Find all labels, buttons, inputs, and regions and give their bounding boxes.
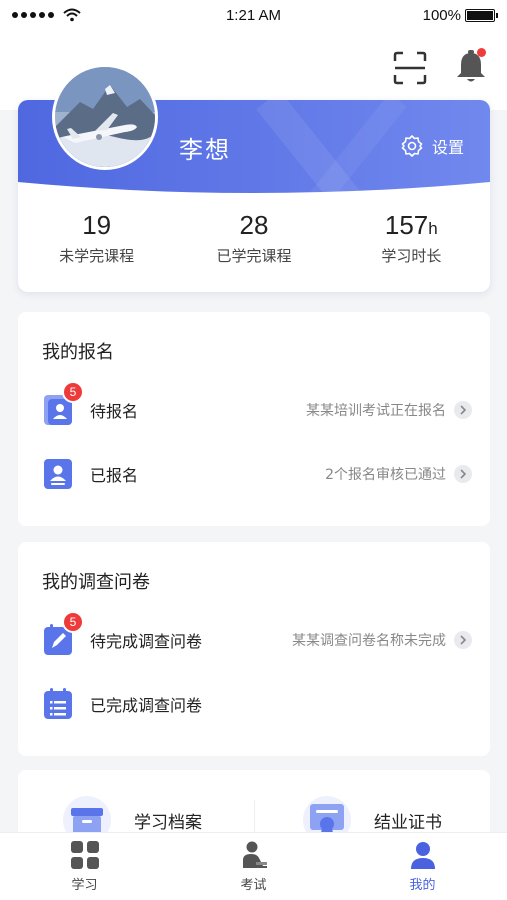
- stat-value: 19: [82, 210, 112, 240]
- scan-icon[interactable]: [392, 50, 428, 86]
- notification-badge: 5: [62, 381, 84, 403]
- profile-stats: 19 未学完课程 28 已学完课程 157h 学习时长: [18, 210, 490, 266]
- profile-name: 李想: [179, 136, 231, 164]
- tab-label: 学习: [71, 878, 98, 893]
- pending-survey-row[interactable]: 5 待完成调查问卷 某某调查问卷名称未完成: [42, 611, 472, 660]
- user-icon: [410, 842, 435, 869]
- gear-icon: [401, 135, 423, 157]
- wifi-icon: [63, 8, 81, 22]
- section-title: 我的调查问卷: [42, 572, 150, 593]
- tab-bar: 学习 考试 我的: [0, 832, 507, 900]
- row-label: 已完成调查问卷: [90, 696, 203, 715]
- chevron-right-icon: [454, 401, 472, 419]
- avatar[interactable]: [52, 64, 158, 170]
- chevron-right-icon: [454, 465, 472, 483]
- stat-unit: h: [428, 219, 438, 238]
- stat-label: 已学完课程: [216, 247, 292, 265]
- row-label: 已报名: [90, 466, 139, 485]
- registration-section: 我的报名 5 待报名 某某培训考试正在报名 已报名 2个报名审核已通过: [18, 312, 490, 526]
- pending-registration-icon: 5: [42, 381, 84, 427]
- stat-value: 28: [239, 210, 269, 240]
- battery-icon: [465, 8, 498, 22]
- tab-label: 考试: [240, 878, 267, 893]
- tile-label: 结业证书: [374, 812, 442, 833]
- settings-button[interactable]: 设置: [400, 134, 464, 158]
- completed-survey-icon: [42, 687, 74, 721]
- tile-label: 学习档案: [134, 812, 202, 833]
- tab-study[interactable]: 学习: [0, 833, 169, 900]
- tab-label: 我的: [409, 878, 436, 893]
- registered-icon: [42, 457, 74, 491]
- stat-label: 学习时长: [381, 247, 442, 265]
- pending-survey-icon: 5: [42, 611, 84, 657]
- notification-badge: 5: [62, 611, 84, 633]
- stat-finished-courses[interactable]: 28 已学完课程: [175, 210, 332, 266]
- row-label: 待完成调查问卷: [90, 632, 203, 651]
- status-bar: 1:21 AM 100%: [0, 0, 507, 30]
- stat-unfinished-courses[interactable]: 19 未学完课程: [18, 210, 175, 266]
- notification-dot: [477, 48, 486, 57]
- row-info: 某某调查问卷名称未完成: [292, 633, 446, 649]
- registered-row[interactable]: 已报名 2个报名审核已通过: [42, 454, 472, 494]
- completed-survey-row[interactable]: 已完成调查问卷: [42, 684, 472, 724]
- tab-exam[interactable]: 考试: [169, 833, 338, 900]
- chevron-right-icon: [454, 631, 472, 649]
- signal-indicator: [12, 8, 162, 22]
- row-info: 2个报名审核已通过: [325, 467, 446, 483]
- exam-person-icon: [242, 841, 267, 868]
- survey-section: 我的调查问卷 5 待完成调查问卷 某某调查问卷名称未完成 已完成调查问卷: [18, 542, 490, 756]
- tab-mine[interactable]: 我的: [338, 833, 507, 900]
- stat-value: 157: [384, 210, 429, 240]
- stat-label: 未学完课程: [59, 247, 135, 265]
- stat-study-hours[interactable]: 157h 学习时长: [333, 210, 490, 266]
- bell-icon[interactable]: [454, 48, 488, 84]
- battery-percent: 100%: [422, 6, 461, 24]
- row-info: 某某培训考试正在报名: [306, 403, 446, 419]
- section-title: 我的报名: [42, 342, 114, 363]
- grid-icon: [70, 841, 99, 869]
- row-label: 待报名: [90, 402, 139, 421]
- pending-registration-row[interactable]: 5 待报名 某某培训考试正在报名: [42, 381, 472, 430]
- settings-label: 设置: [432, 138, 465, 157]
- status-time: 1:21 AM: [225, 6, 282, 24]
